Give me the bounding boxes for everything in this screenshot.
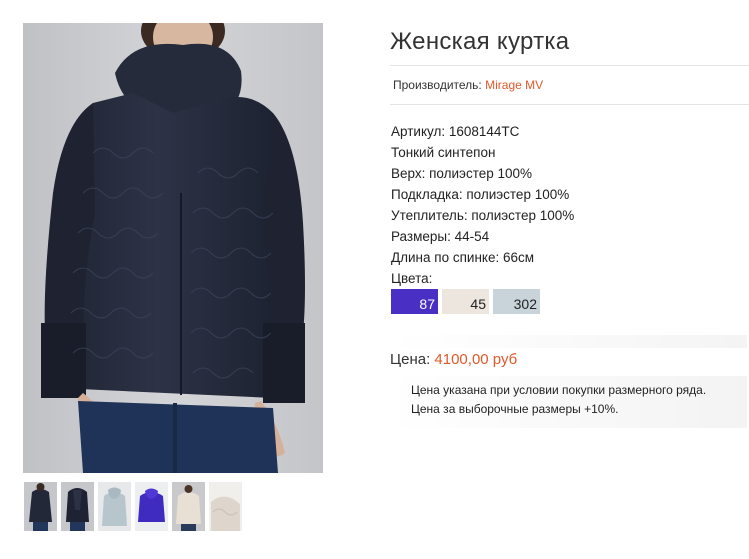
- spec-sizes: Размеры: 44-54: [391, 229, 490, 244]
- product-specs: Артикул: 1608144TC Тонкий синтепон Верх:…: [391, 121, 574, 289]
- spec-insulation: Утеплитель: полиэстер 100%: [391, 208, 575, 223]
- price-note-line-1: Цена указана при условии покупки размерн…: [411, 383, 707, 397]
- spec-back-length: Длина по спинке: 66см: [391, 250, 535, 265]
- color-swatches: 87 45 302: [391, 289, 544, 314]
- manufacturer-label: Производитель:: [393, 78, 482, 92]
- main-product-photo[interactable]: [23, 23, 323, 473]
- color-code: 87: [419, 296, 435, 312]
- thumbnail-blue[interactable]: [135, 482, 168, 531]
- product-page: Женская куртка Производитель: Mirage MV …: [0, 0, 749, 559]
- manufacturer-line: Производитель: Mirage MV: [393, 78, 543, 92]
- thumbnail-navy-front[interactable]: [24, 482, 57, 531]
- spec-article: Артикул: 1608144TC: [391, 124, 520, 139]
- thumbnail-cream-detail[interactable]: [209, 482, 242, 531]
- price-line: Цена: 4100,00 руб: [390, 351, 517, 368]
- color-code: 302: [513, 296, 537, 312]
- price-note-box: Цена указана при условии покупки размерн…: [390, 376, 747, 428]
- title-divider: [390, 65, 749, 66]
- thumbnail-navy-scarf[interactable]: [61, 482, 94, 531]
- color-swatch-45[interactable]: 45: [442, 289, 489, 314]
- price-divider-bar: [390, 335, 747, 348]
- price-label: Цена:: [390, 351, 431, 368]
- product-title: Женская куртка: [390, 28, 570, 55]
- price-note-line-2: Цена за выборочные размеры +10%.: [411, 402, 619, 416]
- thumbnail-cream-model[interactable]: [172, 482, 205, 531]
- manufacturer-divider: [390, 104, 749, 105]
- jacket-photo-illustration: [23, 23, 323, 473]
- colors-label: Цвета:: [391, 271, 433, 286]
- price-value: 4100,00 руб: [434, 351, 518, 368]
- color-swatch-302[interactable]: 302: [493, 289, 540, 314]
- thumbnail-grey[interactable]: [98, 482, 131, 531]
- spec-lining: Подкладка: полиэстер 100%: [391, 187, 570, 202]
- spec-filling-type: Тонкий синтепон: [391, 145, 496, 160]
- color-code: 45: [470, 296, 486, 312]
- thumbnail-strip: [24, 482, 244, 531]
- color-swatch-87[interactable]: 87: [391, 289, 438, 314]
- manufacturer-link[interactable]: Mirage MV: [485, 78, 543, 92]
- spec-outer: Верх: полиэстер 100%: [391, 166, 533, 181]
